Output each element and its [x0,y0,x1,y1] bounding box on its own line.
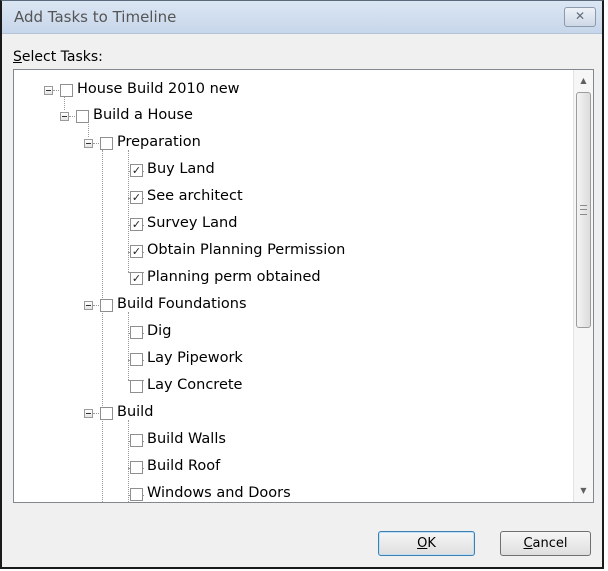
collapse-icon[interactable] [60,112,69,121]
add-tasks-dialog: Add Tasks to Timeline ✕ Select Tasks: Ho… [0,0,604,569]
task-label: Build Walls [147,431,226,447]
tree-line [128,312,129,380]
tree-line [64,96,65,110]
task-checkbox[interactable]: ✓ [130,218,143,231]
scroll-down-arrow-icon[interactable]: ▼ [574,482,593,500]
task-checkbox[interactable] [130,353,143,366]
grip-icon [580,205,587,215]
task-label: Obtain Planning Permission [147,242,346,258]
task-label: Buy Land [147,161,215,177]
collapse-icon[interactable] [84,139,93,148]
tree-line [102,150,103,502]
vertical-scrollbar[interactable]: ▲ ▼ [573,70,593,502]
task-label: House Build 2010 new [77,81,240,97]
collapse-icon[interactable] [44,86,53,95]
task-label: Build [117,404,154,420]
tree-line [93,413,99,414]
tree-line [53,90,59,91]
task-label: See architect [147,188,243,204]
task-checkbox[interactable] [130,326,143,339]
select-tasks-label: Select Tasks: [13,49,103,65]
tree-line [128,150,129,272]
task-checkbox[interactable] [76,110,89,123]
task-label: Build Foundations [117,296,247,312]
task-checkbox[interactable]: ✓ [130,272,143,285]
scroll-thumb[interactable] [576,92,591,328]
cancel-button[interactable]: Cancel [500,531,591,556]
tree-line [128,420,129,502]
task-checkbox[interactable] [130,488,143,501]
task-label: Preparation [117,134,201,150]
close-button[interactable]: ✕ [564,7,596,27]
tree-line [88,124,89,137]
task-label: Dig [147,323,172,339]
scroll-up-arrow-icon[interactable]: ▲ [574,72,593,90]
tree-line [93,305,99,306]
tree-line [93,143,99,144]
task-label: Survey Land [147,215,238,231]
tree-line [69,116,75,117]
title-bar: Add Tasks to Timeline ✕ [2,1,602,34]
collapse-icon[interactable] [84,409,93,418]
task-checkbox[interactable]: ✓ [130,245,143,258]
ok-button[interactable]: OK [378,531,475,556]
task-checkbox[interactable]: ✓ [130,191,143,204]
collapse-icon[interactable] [84,301,93,310]
task-label: Build Roof [147,458,221,474]
task-checkbox[interactable] [60,84,73,97]
task-label: Build a House [93,107,193,123]
close-icon: ✕ [574,9,586,23]
task-label: Lay Pipework [147,350,243,366]
task-checkbox[interactable] [130,380,143,393]
task-checkbox[interactable] [100,299,113,312]
task-label: Planning perm obtained [147,269,321,285]
task-checkbox[interactable] [130,461,143,474]
task-checkbox[interactable]: ✓ [130,164,143,177]
dialog-title: Add Tasks to Timeline [14,8,177,26]
task-checkbox[interactable] [100,137,113,150]
task-checkbox[interactable] [130,434,143,447]
task-tree[interactable]: House Build 2010 new Build a House Prepara… [13,69,594,503]
task-checkbox[interactable] [100,407,113,420]
task-label: Windows and Doors [147,485,291,501]
task-label: Lay Concrete [147,377,243,393]
